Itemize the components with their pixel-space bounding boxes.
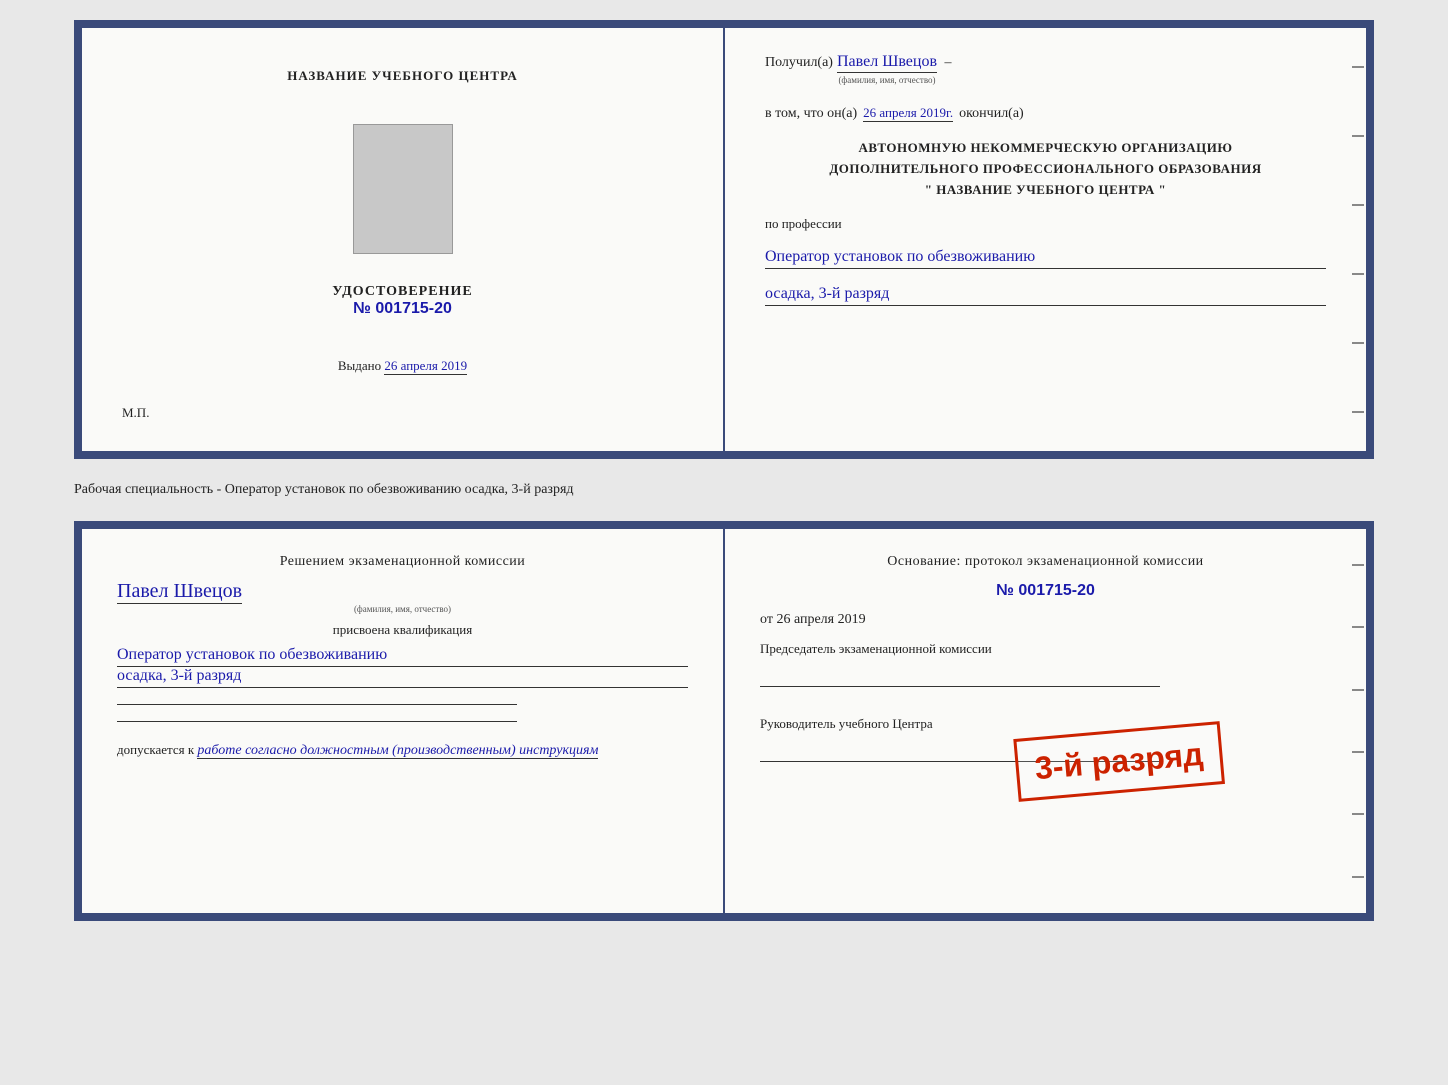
bottom-side-mark-6 — [1352, 876, 1364, 878]
cert-number: № 001715-20 — [332, 300, 472, 318]
org-line3: " НАЗВАНИЕ УЧЕБНОГО ЦЕНТРА " — [765, 180, 1326, 201]
vydano-line: Выдано 26 апреля 2019 — [338, 358, 467, 375]
separator-text: Рабочая специальность - Оператор установ… — [74, 477, 1374, 503]
predsedatel-label: Председатель экзаменационной комиссии — [760, 640, 1331, 658]
top-document: НАЗВАНИЕ УЧЕБНОГО ЦЕНТРА УДОСТОВЕРЕНИЕ №… — [74, 20, 1374, 459]
bottom-speciality: осадка, 3-й разряд — [117, 667, 688, 688]
bottom-name: Павел Швецов — [117, 580, 242, 604]
ot-date: от 26 апреля 2019 — [760, 612, 1331, 628]
org-line2: ДОПОЛНИТЕЛЬНОГО ПРОФЕССИОНАЛЬНОГО ОБРАЗО… — [765, 159, 1326, 180]
cert-block: УДОСТОВЕРЕНИЕ № 001715-20 — [332, 284, 472, 318]
osnovanie-title: Основание: протокол экзаменационной коми… — [760, 554, 1331, 570]
photo-placeholder — [353, 124, 453, 254]
top-profession: Оператор установок по обезвоживанию — [765, 248, 1326, 269]
sig-predsedatel — [760, 686, 1160, 687]
v-tom-line: в том, что он(а) 26 апреля 2019г. окончи… — [765, 105, 1326, 122]
dopusk-block: допускается к работе согласно должностны… — [117, 742, 688, 759]
top-doc-right: Получил(а) Павел Швецов (фамилия, имя, о… — [725, 28, 1366, 451]
po-professii-label: по профессии — [765, 216, 1326, 232]
org-line1: АВТОНОМНУЮ НЕКОММЕРЧЕСКУЮ ОРГАНИЗАЦИЮ — [765, 138, 1326, 159]
poluchil-label: Получил(а) — [765, 55, 833, 71]
vydano-date: 26 апреля 2019 — [384, 358, 467, 375]
side-mark-1 — [1352, 66, 1364, 68]
school-name-top: НАЗВАНИЕ УЧЕБНОГО ЦЕНТРА — [287, 68, 518, 84]
protocol-number: № 001715-20 — [760, 582, 1331, 600]
bottom-fio-hint: (фамилия, имя, отчество) — [117, 604, 688, 614]
okonchil-label: окончил(а) — [959, 106, 1024, 122]
bottom-doc-right: Основание: протокол экзаменационной коми… — [725, 529, 1366, 913]
dopusk-label: допускается к — [117, 742, 194, 757]
bottom-side-mark-5 — [1352, 813, 1364, 815]
side-decoration — [1346, 28, 1366, 451]
dash-top: – — [941, 55, 952, 71]
bottom-side-mark-1 — [1352, 564, 1364, 566]
v-tom-label: в том, что он(а) — [765, 106, 857, 122]
side-mark-4 — [1352, 273, 1364, 275]
bottom-profession: Оператор установок по обезвоживанию — [117, 646, 688, 667]
side-mark-6 — [1352, 411, 1364, 413]
top-doc-left: НАЗВАНИЕ УЧЕБНОГО ЦЕНТРА УДОСТОВЕРЕНИЕ №… — [82, 28, 725, 451]
dopusk-value: работе согласно должностным (производств… — [197, 743, 598, 759]
side-mark-5 — [1352, 342, 1364, 344]
bottom-side-mark-4 — [1352, 751, 1364, 753]
mp-label: М.П. — [122, 405, 149, 421]
sig-line-2 — [117, 721, 517, 722]
cert-title: УДОСТОВЕРЕНИЕ — [332, 284, 472, 300]
stamp-text: 3-й разряд — [1033, 736, 1204, 787]
page-container: НАЗВАНИЕ УЧЕБНОГО ЦЕНТРА УДОСТОВЕРЕНИЕ №… — [20, 20, 1428, 921]
ot-date-value: 26 апреля 2019 — [776, 612, 865, 627]
side-mark-2 — [1352, 135, 1364, 137]
received-line: Получил(а) Павел Швецов (фамилия, имя, о… — [765, 53, 1326, 71]
v-tom-date: 26 апреля 2019г. — [863, 105, 953, 122]
protocol-prefix: № — [996, 582, 1014, 599]
rukovoditel-label: Руководитель учебного Центра — [760, 715, 1331, 733]
received-name-block: Павел Швецов (фамилия, имя, отчество) — [837, 53, 937, 71]
bottom-side-mark-2 — [1352, 626, 1364, 628]
vydano-label: Выдано — [338, 358, 381, 373]
protocol-num: 001715-20 — [1018, 582, 1095, 599]
sig-line-1 — [117, 704, 517, 705]
resheniem-title: Решением экзаменационной комиссии — [117, 554, 688, 570]
ot-label: от — [760, 612, 773, 627]
prisvoena-label: присвоена квалификация — [117, 622, 688, 638]
received-name: Павел Швецов — [837, 53, 937, 73]
org-block: АВТОНОМНУЮ НЕКОММЕРЧЕСКУЮ ОРГАНИЗАЦИЮ ДО… — [765, 138, 1326, 200]
fio-hint-top: (фамилия, имя, отчество) — [837, 75, 937, 85]
bottom-document: Решением экзаменационной комиссии Павел … — [74, 521, 1374, 921]
bottom-doc-left: Решением экзаменационной комиссии Павел … — [82, 529, 725, 913]
bottom-side-mark-3 — [1352, 689, 1364, 691]
top-speciality: осадка, 3-й разряд — [765, 285, 1326, 306]
cert-number-value: 001715-20 — [375, 300, 452, 317]
bottom-side-decoration — [1346, 529, 1366, 913]
side-mark-3 — [1352, 204, 1364, 206]
bottom-name-block: Павел Швецов (фамилия, имя, отчество) — [117, 580, 688, 614]
cert-number-prefix: № — [353, 300, 371, 317]
